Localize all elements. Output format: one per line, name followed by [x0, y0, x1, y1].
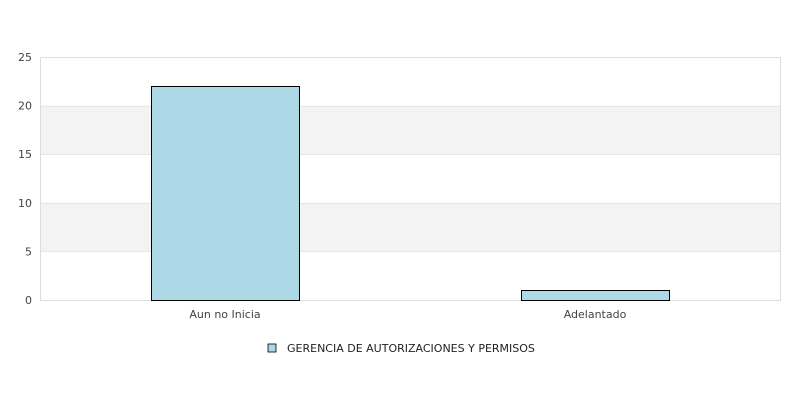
- bar-adelantado: [521, 290, 670, 301]
- y-tick-label: 20: [18, 100, 32, 113]
- x-tick-label: Aun no Inicia: [189, 308, 260, 321]
- y-tick-label: 0: [25, 294, 32, 307]
- legend: GERENCIA DE AUTORIZACIONES Y PERMISOS: [267, 342, 535, 355]
- y-axis-ticks: 0 5 10 15 20 25: [18, 51, 32, 307]
- x-axis-labels: Aun no Inicia Adelantado: [189, 308, 626, 321]
- chart-container: 0 5 10 15 20 25 Aun no Inicia Adelantado GEREN…: [0, 0, 800, 400]
- y-tick-label: 15: [18, 148, 32, 161]
- legend-label: GERENCIA DE AUTORIZACIONES Y PERMISOS: [287, 342, 535, 355]
- y-tick-label: 5: [25, 245, 32, 258]
- bar-chart: 0 5 10 15 20 25 Aun no Inicia Adelantado GEREN…: [18, 51, 781, 355]
- x-tick-label: Adelantado: [564, 308, 627, 321]
- y-tick-label: 25: [18, 51, 32, 64]
- bar-aun-no-inicia: [151, 86, 300, 301]
- y-tick-label: 10: [18, 197, 32, 210]
- legend-swatch: [267, 343, 277, 353]
